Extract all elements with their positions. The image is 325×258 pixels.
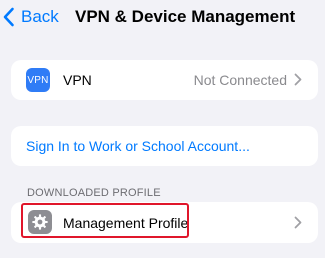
vpn-card: VPN VPN Not Connected — [11, 60, 318, 100]
chevron-right-icon — [294, 73, 302, 86]
navigation-bar: Back VPN & Device Management — [0, 0, 325, 34]
back-label: Back — [21, 7, 59, 26]
page-title: VPN & Device Management — [75, 7, 296, 26]
section-header-downloaded-profile: DOWNLOADED PROFILE — [27, 187, 161, 199]
vpn-label: VPN — [63, 72, 92, 88]
sign-in-row[interactable]: Sign In to Work or School Account... — [11, 126, 318, 166]
highlight-box — [21, 203, 189, 238]
sign-in-link[interactable]: Sign In to Work or School Account... — [26, 137, 250, 155]
vpn-icon: VPN — [26, 68, 50, 92]
back-button[interactable]: Back — [2, 6, 59, 28]
chevron-right-icon — [294, 216, 302, 229]
vpn-row[interactable]: VPN VPN Not Connected — [11, 60, 318, 100]
vpn-status: Not Connected — [193, 72, 287, 88]
chevron-left-icon — [3, 7, 14, 27]
profile-card: Management Profile — [11, 202, 318, 243]
sign-in-card: Sign In to Work or School Account... — [11, 126, 318, 166]
